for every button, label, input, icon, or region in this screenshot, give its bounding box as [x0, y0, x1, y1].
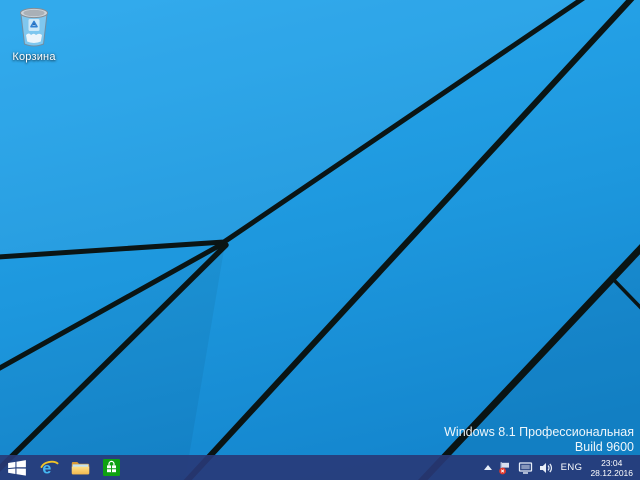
watermark-edition: Windows 8.1 Профессиональная: [444, 425, 634, 440]
windows-logo-icon: [8, 460, 26, 476]
taskbar-item-file-explorer[interactable]: [65, 455, 96, 480]
recycle-bin-label: Корзина: [12, 51, 55, 63]
clock-time: 23:04: [601, 458, 622, 468]
clock-date: 28.12.2016: [590, 468, 633, 478]
chevron-up-icon: [484, 465, 492, 470]
clock[interactable]: 23:04 28.12.2016: [588, 455, 637, 480]
recycle-bin-desktop-icon[interactable]: Корзина: [8, 5, 60, 63]
windows-build-watermark: Windows 8.1 Профессиональная Build 9600: [444, 425, 634, 454]
speaker-icon: [539, 462, 553, 474]
network-button[interactable]: [515, 455, 536, 480]
action-center-button[interactable]: [495, 455, 515, 480]
store-icon: [103, 459, 120, 476]
network-icon: [518, 462, 533, 474]
taskbar: e: [0, 455, 640, 480]
volume-button[interactable]: [536, 455, 556, 480]
language-indicator[interactable]: ENG: [556, 455, 589, 480]
taskbar-item-internet-explorer[interactable]: e: [34, 455, 65, 480]
system-tray: ENG 23:04 28.12.2016: [481, 455, 640, 480]
wallpaper-image: [0, 0, 640, 480]
taskbar-item-store[interactable]: [96, 455, 127, 480]
internet-explorer-icon: e: [40, 459, 59, 477]
start-button[interactable]: [0, 455, 34, 480]
show-hidden-icons-button[interactable]: [481, 455, 495, 480]
windows-desktop: Корзина Windows 8.1 Профессиональная Bui…: [0, 0, 640, 480]
watermark-build: Build 9600: [444, 440, 634, 455]
recycle-bin-icon: [18, 5, 50, 49]
file-explorer-icon: [71, 460, 90, 475]
flag-alert-icon: [498, 461, 512, 475]
